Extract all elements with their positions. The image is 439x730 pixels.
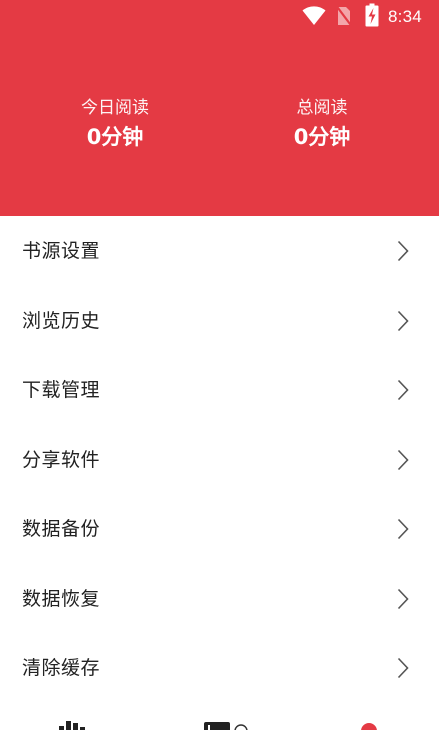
- menu-item-label: 下载管理: [22, 379, 101, 401]
- no-sim-icon: [336, 5, 352, 27]
- menu-item-label: 分享软件: [22, 448, 101, 471]
- settings-menu: 书源设置 浏览历史 下载管理 分享软件 数据备份 数据恢复 清除缓存: [0, 216, 439, 703]
- menu-item-data-backup[interactable]: 数据备份: [0, 494, 439, 564]
- menu-item-book-source-settings[interactable]: 书源设置: [0, 216, 439, 286]
- menu-item-label: 数据备份: [22, 518, 101, 540]
- total-reading-stat: 总阅读 0分钟: [222, 97, 422, 151]
- wifi-icon: [302, 6, 326, 25]
- menu-item-label: 数据恢复: [22, 587, 101, 610]
- profile-tab-icon[interactable]: [354, 722, 384, 730]
- today-reading-value: 0分钟: [86, 125, 144, 149]
- chevron-right-icon: [397, 310, 409, 331]
- chevron-right-icon: [397, 240, 409, 262]
- total-reading-value: 0分钟: [293, 125, 351, 149]
- header: 8:34 今日阅读 0分钟 总阅读 0分钟: [0, 0, 439, 216]
- chevron-right-icon: [397, 449, 409, 470]
- bookshelf-tab-icon[interactable]: [57, 720, 87, 730]
- status-bar: 8:34: [0, 0, 439, 34]
- status-time: 8:34: [388, 7, 422, 26]
- chevron-right-icon: [397, 379, 409, 401]
- menu-item-share-app[interactable]: 分享软件: [0, 425, 439, 495]
- menu-item-browsing-history[interactable]: 浏览历史: [0, 286, 439, 356]
- library-tab-icon[interactable]: [204, 721, 254, 730]
- today-reading-stat: 今日阅读 0分钟: [15, 97, 215, 151]
- menu-item-clear-cache[interactable]: 清除缓存: [0, 633, 439, 703]
- chevron-right-icon: [397, 657, 409, 679]
- menu-item-download-management[interactable]: 下载管理: [0, 355, 439, 425]
- menu-item-label: 清除缓存: [22, 657, 101, 679]
- bottom-nav: [0, 716, 439, 730]
- total-reading-label: 总阅读: [296, 98, 348, 118]
- menu-item-data-restore[interactable]: 数据恢复: [0, 564, 439, 634]
- battery-charging-icon: [365, 3, 379, 27]
- menu-item-label: 书源设置: [22, 240, 101, 262]
- today-reading-label: 今日阅读: [81, 98, 149, 118]
- chevron-right-icon: [397, 518, 409, 540]
- chevron-right-icon: [397, 588, 409, 609]
- menu-item-label: 浏览历史: [22, 309, 101, 332]
